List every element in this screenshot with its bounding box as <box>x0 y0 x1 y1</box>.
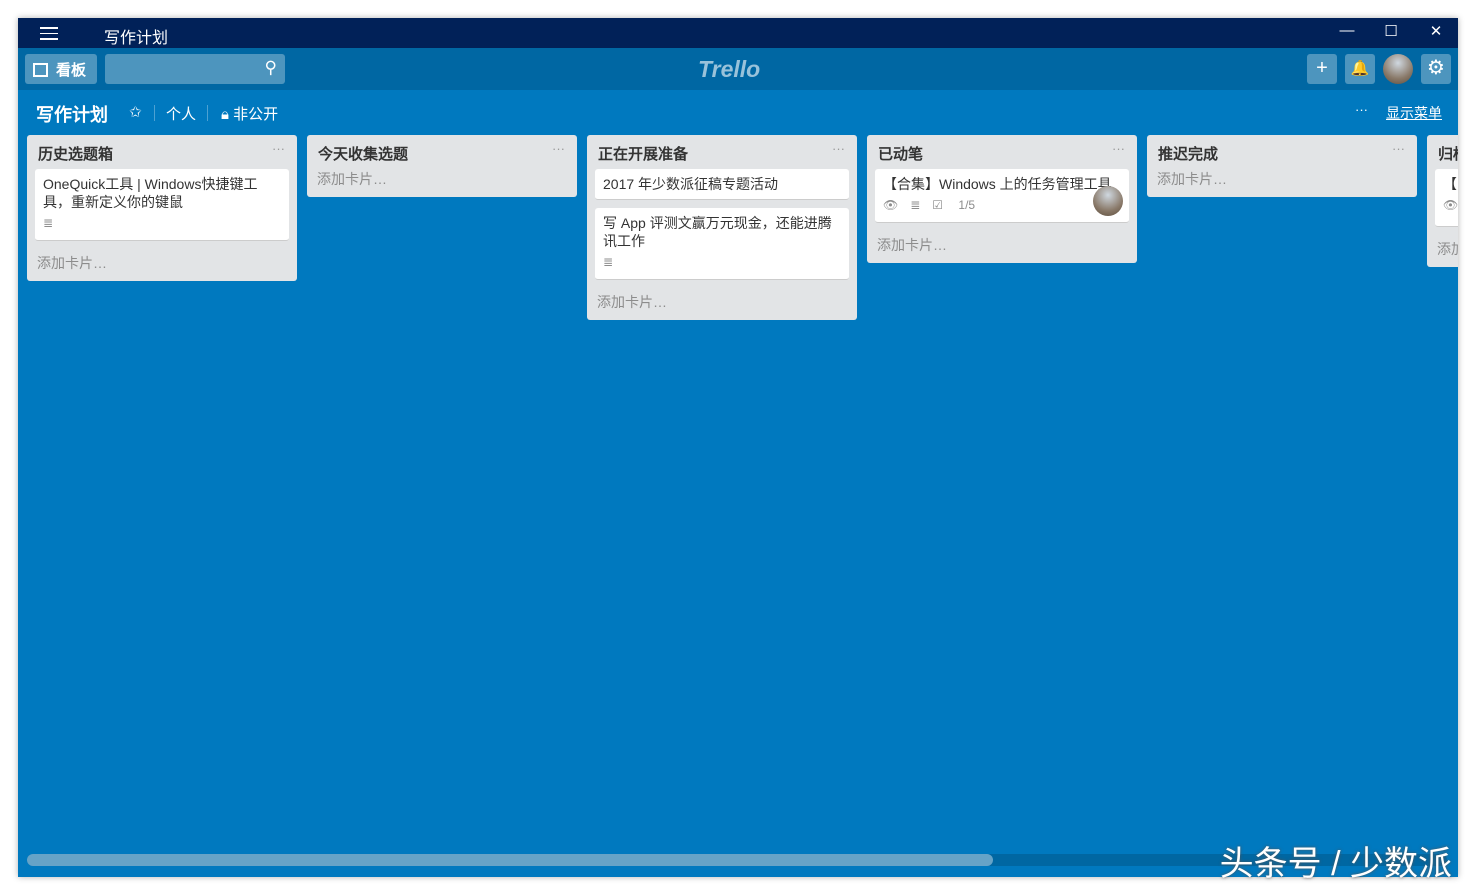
watch-eye-icon: 👁︎ <box>1443 198 1458 212</box>
list-started: 已动笔 ··· 【合集】Windows 上的任务管理工具 👁︎ ≣ ☑ 1/5 添加卡… <box>867 135 1137 263</box>
list-menu-icon[interactable]: ··· <box>1112 141 1125 156</box>
trello-logo[interactable]: Trello <box>698 56 760 83</box>
checkbox-icon: ☑ <box>932 198 946 212</box>
description-icon: ≣ <box>43 216 53 230</box>
member-avatar[interactable] <box>1093 186 1123 216</box>
list-archive: 归档 【 👁︎ 添加卡片… <box>1427 135 1458 267</box>
hamburger-menu-icon[interactable] <box>40 27 58 44</box>
list-title[interactable]: 今天收集选题 <box>318 143 408 164</box>
notifications-bell-icon[interactable]: 🔔 <box>1345 54 1375 84</box>
card[interactable]: 写 App 评测文赢万元现金，还能进腾讯工作 ≣ <box>595 208 849 280</box>
add-card-button[interactable]: 添加卡片… <box>315 169 569 189</box>
list-title[interactable]: 历史选题箱 <box>38 143 113 164</box>
list-preparing: 正在开展准备 ··· 2017 年少数派征稿专题活动 写 App 评测文赢万元现金… <box>587 135 857 320</box>
description-icon: ≣ <box>603 255 613 269</box>
list-menu-icon[interactable]: ··· <box>1392 141 1405 156</box>
list-title[interactable]: 正在开展准备 <box>598 143 688 164</box>
watermark: 头条号 / 少数派 <box>1220 836 1452 885</box>
list-title[interactable]: 推迟完成 <box>1158 143 1218 164</box>
add-button[interactable]: + <box>1307 54 1337 84</box>
maximize-button[interactable]: ☐ <box>1376 22 1406 40</box>
window-title: 写作计划 <box>104 24 168 48</box>
more-icon[interactable]: ··· <box>1355 102 1368 117</box>
board-title[interactable]: 写作计划 <box>36 101 108 127</box>
list-title[interactable]: 归档 <box>1438 143 1458 164</box>
user-avatar[interactable] <box>1383 54 1413 84</box>
card-title: 【合集】Windows 上的任务管理工具 <box>883 175 1121 193</box>
card[interactable]: 【 👁︎ <box>1435 169 1458 227</box>
add-card-button[interactable]: 添加卡片… <box>35 249 289 273</box>
minimize-button[interactable]: — <box>1332 22 1362 39</box>
checklist-count: 1/5 <box>958 198 975 212</box>
description-icon: ≣ <box>910 198 920 212</box>
add-card-button[interactable]: 添加卡片… <box>1435 235 1458 259</box>
app-window: 写作计划 — ☐ ✕ 看板 ⚲ Trello + 🔔 ⚙ 写作计划 ✩ 个人 🔒… <box>18 18 1458 877</box>
board-header: 写作计划 ✩ 个人 🔒︎ 非公开 ··· 显示菜单 <box>18 90 1458 134</box>
add-card-button[interactable]: 添加卡片… <box>1155 169 1409 189</box>
list-today: 今天收集选题 ··· 添加卡片… <box>307 135 577 197</box>
show-menu-link[interactable]: 显示菜单 <box>1386 103 1442 123</box>
divider <box>154 105 155 121</box>
visibility-button[interactable]: 🔒︎ 非公开 <box>221 103 278 124</box>
card[interactable]: 【合集】Windows 上的任务管理工具 👁︎ ≣ ☑ 1/5 <box>875 169 1129 223</box>
card[interactable]: OneQuick工具 | Windows快捷键工具，重新定义你的键鼠 ≣ <box>35 169 289 241</box>
card[interactable]: 2017 年少数派征稿专题活动 <box>595 169 849 200</box>
add-card-button[interactable]: 添加卡片… <box>875 231 1129 255</box>
list-history: 历史选题箱 ··· OneQuick工具 | Windows快捷键工具，重新定义你… <box>27 135 297 281</box>
add-card-button[interactable]: 添加卡片… <box>595 288 849 312</box>
card-title: 写 App 评测文赢万元现金，还能进腾讯工作 <box>603 214 841 250</box>
card-title: 【 <box>1443 175 1458 193</box>
settings-gear-icon[interactable]: ⚙ <box>1421 54 1451 84</box>
visibility-label: 非公开 <box>233 106 278 123</box>
list-title[interactable]: 已动笔 <box>878 143 923 164</box>
boards-label: 看板 <box>56 62 86 79</box>
star-icon[interactable]: ✩ <box>129 103 142 121</box>
checklist-badge: ☑ 1/5 <box>932 198 987 212</box>
title-bar: 写作计划 — ☐ ✕ <box>18 18 1458 48</box>
divider <box>207 105 208 121</box>
scrollbar-thumb[interactable] <box>27 854 993 866</box>
card-title: 2017 年少数派征稿专题活动 <box>603 175 841 193</box>
watch-eye-icon: 👁︎ <box>883 198 898 212</box>
close-button[interactable]: ✕ <box>1421 22 1451 40</box>
lock-icon: 🔒︎ <box>221 106 233 123</box>
header-bar: 看板 ⚲ Trello + 🔔 ⚙ <box>18 48 1458 90</box>
list-postponed: 推迟完成 ··· 添加卡片… <box>1147 135 1417 197</box>
list-menu-icon[interactable]: ··· <box>552 141 565 156</box>
boards-button[interactable]: 看板 <box>25 54 97 84</box>
list-menu-icon[interactable]: ··· <box>832 141 845 156</box>
search-input[interactable]: ⚲ <box>105 54 285 84</box>
board-icon <box>33 63 48 77</box>
search-icon[interactable]: ⚲ <box>265 58 277 78</box>
card-title: OneQuick工具 | Windows快捷键工具，重新定义你的键鼠 <box>43 175 281 211</box>
team-button[interactable]: 个人 <box>166 103 196 124</box>
list-menu-icon[interactable]: ··· <box>272 141 285 156</box>
